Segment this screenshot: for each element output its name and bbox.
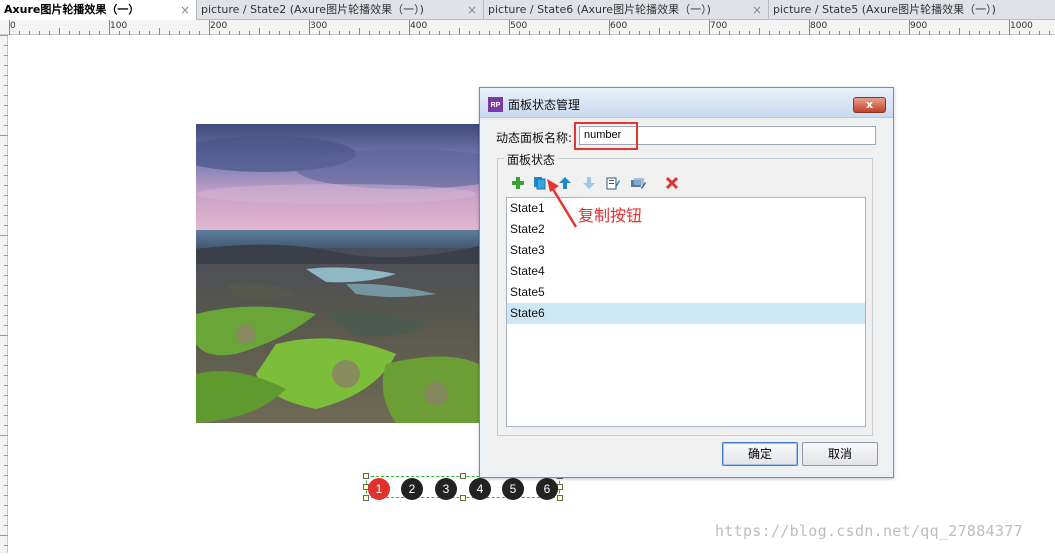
tab-picture-state5[interactable]: picture / State5 (Axure图片轮播效果（一）) <box>769 0 1055 20</box>
resize-handle[interactable] <box>363 495 369 501</box>
close-button[interactable]: x <box>853 97 886 113</box>
edit-all-states-button[interactable] <box>630 176 646 192</box>
dialog-titlebar[interactable]: RP 面板状态管理 x <box>480 88 893 118</box>
axure-rp-icon: RP <box>488 97 503 112</box>
vertical-ruler <box>0 35 8 553</box>
panel-state-manager-dialog: RP 面板状态管理 x 动态面板名称: number 面板状态 State1 S… <box>479 87 894 478</box>
ok-button[interactable]: 确定 <box>722 442 798 466</box>
dot-1[interactable]: 1 <box>368 478 390 500</box>
close-icon[interactable]: × <box>752 0 762 20</box>
list-item-state6[interactable]: State6 <box>507 303 865 324</box>
watermark: https://blog.csdn.net/qq_27884377 <box>715 522 1023 540</box>
vertical-ruler-ticks <box>0 35 8 546</box>
annotation-arrow-icon <box>547 179 578 228</box>
resize-handle[interactable] <box>460 473 466 479</box>
edit-state-icon <box>606 177 620 190</box>
dot-2[interactable]: 2 <box>401 478 423 500</box>
list-item-state3[interactable]: State3 <box>507 240 865 261</box>
panel-states-label: 面板状态 <box>504 151 559 168</box>
resize-handle[interactable] <box>460 495 466 501</box>
resize-handle[interactable] <box>363 473 369 479</box>
dot-6[interactable]: 6 <box>536 478 558 500</box>
tab-label: Axure图片轮播效果（一） <box>4 3 140 16</box>
close-icon[interactable]: × <box>180 0 190 20</box>
ruler-label: 300 <box>310 21 328 31</box>
coastal-landscape-image <box>196 124 479 423</box>
horizontal-ruler: 0 100 200 300 400 500 600 700 800 900 10… <box>0 20 1055 35</box>
delete-state-button[interactable] <box>664 176 680 192</box>
tab-label: picture / State2 (Axure图片轮播效果（一）) <box>201 3 424 16</box>
panel-name-label: 动态面板名称: <box>496 131 573 145</box>
ruler-label: 1000 <box>1010 21 1033 31</box>
states-list[interactable]: State1 State2 State3 State4 State5 State… <box>506 197 866 427</box>
dialog-title: 面板状态管理 <box>508 98 581 112</box>
ruler-label: 100 <box>110 21 128 31</box>
tab-picture-state2[interactable]: picture / State2 (Axure图片轮播效果（一）) × <box>197 0 484 20</box>
move-down-button[interactable] <box>581 176 597 192</box>
ruler-label: 0 <box>10 21 16 31</box>
tab-label: picture / State5 (Axure图片轮播效果（一）) <box>773 3 996 16</box>
ruler-label: 400 <box>410 21 428 31</box>
annotation-label: 复制按钮 <box>578 206 643 225</box>
resize-handle[interactable] <box>557 495 563 501</box>
ruler-label: 700 <box>710 21 728 31</box>
document-tab-bar: Axure图片轮播效果（一） × picture / State2 (Axure… <box>0 0 1055 21</box>
tab-axure-image-carousel[interactable]: Axure图片轮播效果（一） × <box>0 0 197 21</box>
add-state-button[interactable] <box>510 176 526 192</box>
annotation-highlight-box <box>574 122 638 150</box>
ruler-label: 500 <box>510 21 528 31</box>
arrow-down-icon <box>583 177 595 189</box>
close-icon[interactable]: × <box>467 0 477 20</box>
cancel-button[interactable]: 取消 <box>802 442 878 466</box>
tab-picture-state6[interactable]: picture / State6 (Axure图片轮播效果（一）) × <box>484 0 769 20</box>
list-item-state5[interactable]: State5 <box>507 282 865 303</box>
list-item-state4[interactable]: State4 <box>507 261 865 282</box>
ruler-label: 200 <box>210 21 228 31</box>
edit-state-button[interactable] <box>605 176 621 192</box>
ruler-label: 600 <box>610 21 628 31</box>
dialog-body: 动态面板名称: number 面板状态 State1 State2 State3… <box>486 118 887 472</box>
tab-label: picture / State6 (Axure图片轮播效果（一）) <box>488 3 711 16</box>
dot-5[interactable]: 5 <box>502 478 524 500</box>
ruler-label: 900 <box>910 21 928 31</box>
ruler-ticks <box>9 20 1050 35</box>
add-icon <box>512 177 524 189</box>
close-icon: x <box>865 98 874 111</box>
carousel-image[interactable] <box>196 124 479 423</box>
edit-all-states-icon <box>631 178 646 189</box>
ruler-label: 800 <box>810 21 828 31</box>
dot-3[interactable]: 3 <box>435 478 457 500</box>
delete-icon <box>665 176 679 190</box>
dot-4[interactable]: 4 <box>469 478 491 500</box>
